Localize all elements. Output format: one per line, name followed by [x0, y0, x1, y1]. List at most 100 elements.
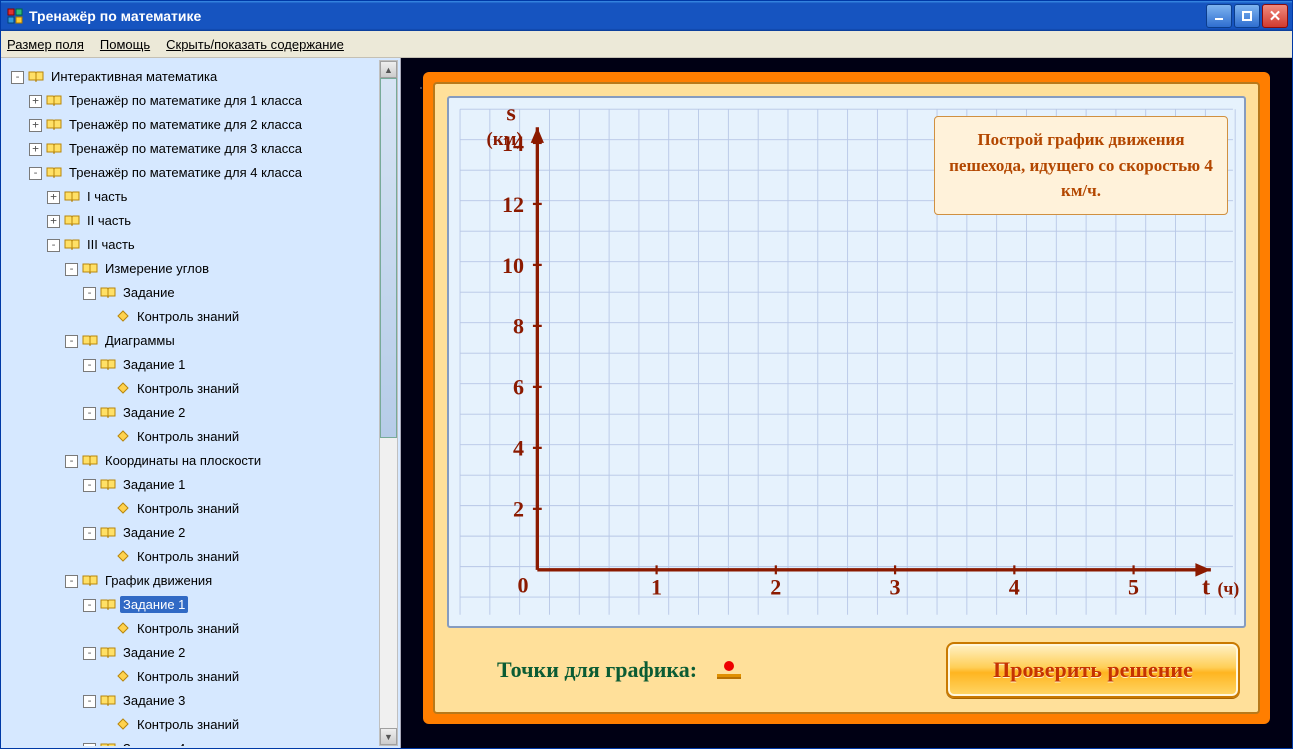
tree-item-label: Задание 1: [120, 356, 188, 373]
book-icon: [100, 692, 116, 714]
tree-item[interactable]: - Координаты на плоскости: [11, 450, 394, 474]
collapse-icon[interactable]: -: [29, 167, 42, 180]
menubar: Размер поля Помощь Скрыть/показать содер…: [1, 31, 1292, 58]
task-instruction: Построй график движения пешехода, идущег…: [934, 116, 1228, 215]
tree-item[interactable]: Контроль знаний: [11, 426, 394, 450]
page-icon: [116, 716, 130, 738]
tree-item-label: Задание 1: [120, 596, 188, 613]
collapse-icon[interactable]: -: [83, 527, 96, 540]
menu-help[interactable]: Помощь: [100, 37, 150, 52]
point-underline-icon: [717, 674, 741, 679]
book-icon: [64, 212, 80, 234]
tree-item[interactable]: -Диаграммы: [11, 330, 394, 354]
menu-field-size[interactable]: Размер поля: [7, 37, 84, 52]
tree-item[interactable]: - Задание 1: [11, 594, 394, 618]
minimize-button[interactable]: [1206, 4, 1232, 28]
tree-item-label: Задание 1: [120, 476, 188, 493]
tree-item[interactable]: +Тренажёр по математике для 2 класса: [11, 114, 394, 138]
expand-icon[interactable]: +: [29, 143, 42, 156]
app-icon: [7, 8, 23, 24]
tree-item[interactable]: Контроль знаний: [11, 498, 394, 522]
close-button[interactable]: ✕: [1262, 4, 1288, 28]
collapse-icon[interactable]: -: [65, 335, 78, 348]
menu-toggle-contents[interactable]: Скрыть/показать содержание: [166, 37, 344, 52]
tree-item[interactable]: - Задание 1: [11, 354, 394, 378]
svg-text:1: 1: [651, 574, 662, 599]
tree-item[interactable]: +Тренажёр по математике для 1 класса: [11, 90, 394, 114]
tree-item[interactable]: - Тренажёр по математике для 4 класса: [11, 162, 394, 186]
collapse-icon[interactable]: -: [83, 743, 96, 746]
book-icon: [100, 356, 116, 378]
page-icon: [116, 380, 130, 402]
tree-item[interactable]: -Интерактивная математика: [11, 66, 394, 90]
tree-scrollbar[interactable]: ▲ ▼: [379, 60, 398, 746]
tree-item-label: Контроль знаний: [134, 428, 242, 445]
tree-item[interactable]: - Задание 2: [11, 522, 394, 546]
tree-item-label: Контроль знаний: [134, 308, 242, 325]
tree-item[interactable]: -Задание 2: [11, 642, 394, 666]
tree-item[interactable]: Контроль знаний: [11, 618, 394, 642]
tree-item[interactable]: Контроль знаний: [11, 306, 394, 330]
book-icon: [100, 284, 116, 306]
collapse-icon[interactable]: -: [83, 695, 96, 708]
points-label: Точки для графика:: [497, 657, 697, 683]
tree-item[interactable]: -Измерение углов: [11, 258, 394, 282]
collapse-icon[interactable]: -: [83, 359, 96, 372]
titlebar: Тренажёр по математике ✕: [1, 1, 1292, 31]
tree-item[interactable]: -Задание 2: [11, 402, 394, 426]
tree-item-label: Координаты на плоскости: [102, 452, 264, 469]
tree-item[interactable]: +Тренажёр по математике для 3 класса: [11, 138, 394, 162]
tree-item[interactable]: Контроль знаний: [11, 378, 394, 402]
tree-item[interactable]: -Задание 3: [11, 690, 394, 714]
collapse-icon[interactable]: -: [65, 575, 78, 588]
book-icon: [100, 740, 116, 746]
tree-item[interactable]: + II часть: [11, 210, 394, 234]
plot-area[interactable]: s(км)t(ч)0123452468101214 Построй график…: [447, 96, 1246, 628]
tree-item-label: Контроль знаний: [134, 668, 242, 685]
tree-item[interactable]: -Задание: [11, 282, 394, 306]
collapse-icon[interactable]: -: [83, 599, 96, 612]
maximize-button[interactable]: [1234, 4, 1260, 28]
tree-item[interactable]: Контроль знаний: [11, 714, 394, 738]
book-icon: [82, 452, 98, 474]
tree-item-label: Тренажёр по математике для 4 класса: [66, 164, 305, 181]
check-solution-button[interactable]: Проверить решение: [946, 642, 1240, 698]
tree-item-label: II часть: [84, 212, 134, 229]
scroll-thumb[interactable]: [380, 78, 397, 438]
point-tool[interactable]: [717, 661, 741, 679]
page-icon: [116, 668, 130, 690]
tree-item-label: Контроль знаний: [134, 620, 242, 637]
expand-icon[interactable]: +: [47, 191, 60, 204]
tree-item[interactable]: Контроль знаний: [11, 666, 394, 690]
book-icon: [100, 596, 116, 618]
page-icon: [116, 620, 130, 642]
expand-icon[interactable]: +: [29, 119, 42, 132]
page-icon: [116, 308, 130, 330]
tree-item[interactable]: -Задание 4: [11, 738, 394, 746]
collapse-icon[interactable]: -: [65, 455, 78, 468]
tree-item-label: Задание 2: [120, 524, 188, 541]
scroll-up-button[interactable]: ▲: [380, 61, 397, 78]
expand-icon[interactable]: +: [29, 95, 42, 108]
tree-item[interactable]: -III часть: [11, 234, 394, 258]
collapse-icon[interactable]: -: [83, 287, 96, 300]
book-icon: [46, 164, 62, 186]
tree-item[interactable]: -График движения: [11, 570, 394, 594]
tree-item[interactable]: + I часть: [11, 186, 394, 210]
book-icon: [100, 404, 116, 426]
collapse-icon[interactable]: -: [47, 239, 60, 252]
tree-item-label: I часть: [84, 188, 130, 205]
collapse-icon[interactable]: -: [83, 479, 96, 492]
exercise-panel: s(км)t(ч)0123452468101214 Построй график…: [401, 58, 1292, 748]
tree-item[interactable]: - Задание 1: [11, 474, 394, 498]
scroll-down-button[interactable]: ▼: [380, 728, 397, 745]
tree-item[interactable]: Контроль знаний: [11, 546, 394, 570]
expand-icon[interactable]: +: [47, 215, 60, 228]
book-icon: [82, 260, 98, 282]
collapse-icon[interactable]: -: [83, 407, 96, 420]
book-icon: [46, 140, 62, 162]
collapse-icon[interactable]: -: [11, 71, 24, 84]
collapse-icon[interactable]: -: [83, 647, 96, 660]
collapse-icon[interactable]: -: [65, 263, 78, 276]
tree-item-label: Контроль знаний: [134, 548, 242, 565]
